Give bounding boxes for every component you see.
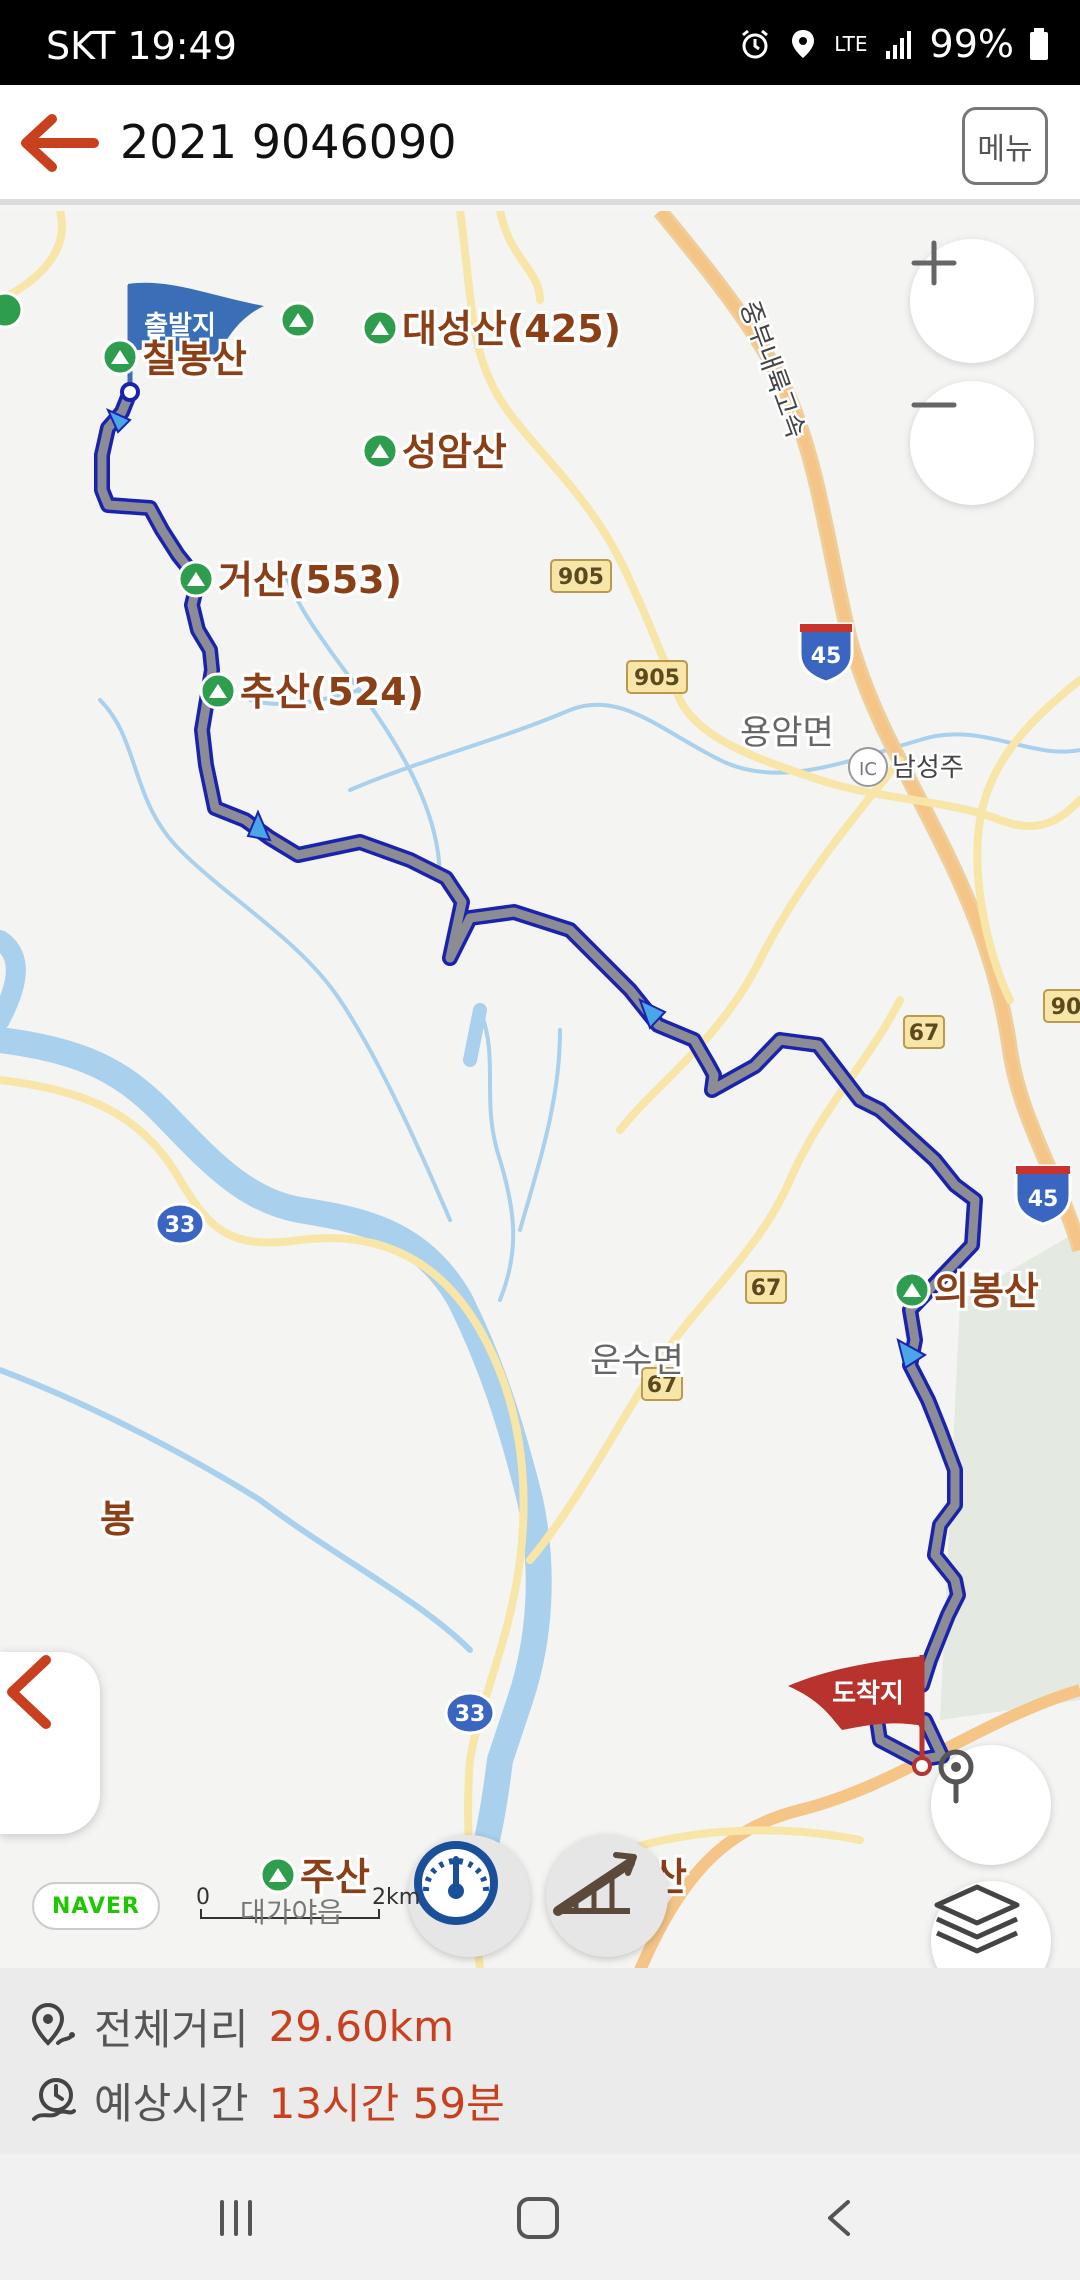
road-67-a: 67: [909, 1021, 940, 1046]
peak-label-chusan: 추산(524): [240, 670, 424, 714]
speedometer-button[interactable]: [408, 1835, 530, 1957]
signal-icon: [885, 31, 911, 59]
status-icons: LTE 99%: [738, 22, 1050, 66]
town-label-namseongju: 남성주: [892, 753, 964, 783]
end-flag-label: 도착지: [832, 1679, 904, 1709]
zoom-in-button[interactable]: [910, 239, 1034, 363]
elevation-button[interactable]: [546, 1835, 668, 1957]
highway-label: 중부내륙고속: [733, 297, 810, 442]
peak-label-seongam: 성암산: [402, 430, 507, 474]
route-time-icon: [32, 2078, 76, 2121]
layers-icon: [934, 1884, 1020, 1954]
status-time: SKT 19:49: [46, 24, 237, 68]
battery-percent: 99%: [929, 22, 1014, 66]
side-panel-toggle[interactable]: [0, 1652, 100, 1834]
road-45-b: 45: [1028, 1187, 1059, 1212]
ic-label: IC: [859, 759, 877, 780]
page-title: 2021 9046090: [120, 115, 457, 169]
elevation-icon: [553, 1852, 637, 1916]
minus-icon: [911, 402, 957, 408]
scale-place-name: 대가야읍: [240, 1896, 344, 1929]
system-back-icon: [828, 2200, 850, 2236]
town-label-unsu: 운수면: [590, 1341, 684, 1381]
system-back-button[interactable]: [810, 2188, 870, 2248]
map-view[interactable]: 905 905 45 45 67 67 67 33 33 90 IC 중부내륙고…: [0, 211, 1080, 1968]
scale-length: 2km: [372, 1885, 421, 1910]
chevron-left-icon: [7, 1655, 51, 1729]
distance-label: 전체거리: [94, 2004, 249, 2054]
system-nav-bar: [0, 2154, 1080, 2280]
back-arrow-icon: [21, 114, 99, 172]
location-pin-icon: [938, 1749, 974, 1804]
map-scale: 0 2km 대가야읍: [196, 1885, 420, 1929]
route-info-panel: 전체거리 29.60km 예상시간 13시간 59분: [0, 1968, 1080, 2154]
plus-icon: [911, 240, 957, 286]
peak-label-chilbong: 칠봉산: [142, 337, 247, 381]
road-33-b: 33: [455, 1702, 486, 1727]
home-icon: [517, 2197, 559, 2239]
app-header: 2021 9046090 메뉴: [0, 85, 1080, 205]
time-row: 예상시간 13시간 59분: [30, 2070, 505, 2130]
route-distance-icon: [31, 2002, 75, 2046]
zoom-out-button[interactable]: [910, 381, 1034, 505]
naver-logo: NAVER: [32, 1882, 160, 1930]
menu-button[interactable]: 메뉴: [962, 107, 1048, 185]
alarm-icon: [742, 29, 769, 59]
battery-icon: [1030, 28, 1048, 60]
recent-apps-button[interactable]: [206, 2188, 266, 2248]
recent-apps-icon: [220, 2200, 252, 2236]
network-label: LTE: [834, 32, 868, 56]
distance-value: 29.60km: [268, 2001, 455, 2051]
status-bar: SKT 19:49 LTE 99%: [0, 0, 1080, 85]
peak-label-geosan: 거산(553): [218, 558, 402, 602]
time-value: 13시간 59분: [268, 2078, 505, 2128]
peak-label-daeseong: 대성산(425): [402, 307, 621, 351]
road-33-a: 33: [165, 1213, 196, 1238]
time-label: 예상시간: [94, 2078, 249, 2128]
road-45-a: 45: [811, 644, 842, 669]
back-button[interactable]: [20, 109, 100, 177]
home-button[interactable]: [508, 2188, 568, 2248]
distance-row: 전체거리 29.60km: [30, 1996, 454, 2056]
road-90: 90: [1051, 995, 1080, 1020]
town-label-yongam: 용암면: [740, 713, 834, 753]
scale-zero: 0: [196, 1885, 210, 1910]
peak-label-uibong: 의봉산: [934, 1269, 1039, 1313]
speedometer-icon: [414, 1841, 498, 1925]
road-905-a: 905: [558, 565, 604, 590]
partial-label-bong: 봉: [100, 1497, 135, 1541]
road-905-b: 905: [634, 666, 680, 691]
my-location-button[interactable]: [931, 1745, 1051, 1865]
location-icon: [792, 30, 815, 58]
road-67-b: 67: [751, 1276, 782, 1301]
